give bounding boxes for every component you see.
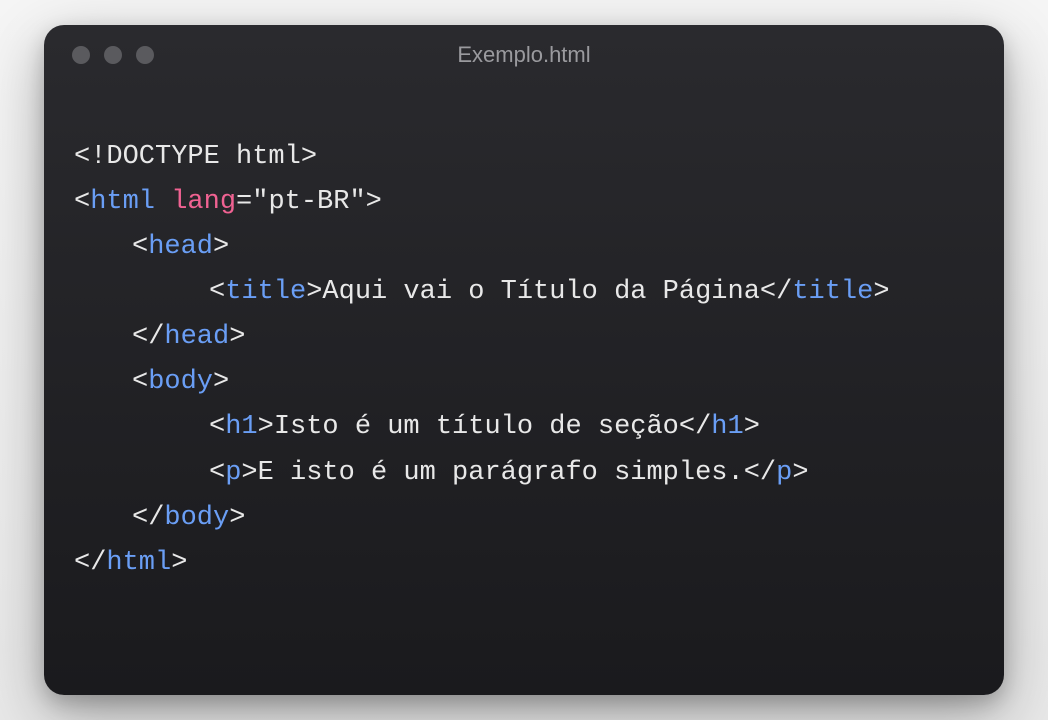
p-tag: p	[225, 458, 241, 488]
code-area[interactable]: <!DOCTYPE html> <html lang="pt-BR"> <hea…	[44, 85, 1004, 695]
editor-window: Exemplo.html <!DOCTYPE html> <html lang=…	[44, 25, 1004, 695]
code-line-10: </html>	[74, 541, 974, 586]
body-close-tag: body	[164, 503, 229, 533]
h1-tag: h1	[225, 412, 257, 442]
code-line-3: <head>	[74, 225, 974, 270]
p-text: E isto é um parágrafo simples.	[258, 458, 744, 488]
code-line-6: <body>	[74, 360, 974, 405]
close-button[interactable]	[72, 46, 90, 64]
traffic-lights	[72, 46, 154, 64]
maximize-button[interactable]	[136, 46, 154, 64]
doctype: <!DOCTYPE html>	[74, 142, 317, 172]
code-line-9: </body>	[74, 496, 974, 541]
code-line-1: <!DOCTYPE html>	[74, 135, 974, 180]
code-line-7: <h1>Isto é um título de seção</h1>	[74, 405, 974, 450]
code-line-5: </head>	[74, 315, 974, 360]
title-tag: title	[225, 277, 306, 307]
code-line-8: <p>E isto é um parágrafo simples.</p>	[74, 451, 974, 496]
html-close-tag: html	[106, 548, 171, 578]
code-line-4: <title>Aqui vai o Título da Página</titl…	[74, 270, 974, 315]
h1-text: Isto é um título de seção	[274, 412, 679, 442]
body-tag: body	[148, 367, 213, 397]
head-tag: head	[148, 232, 213, 262]
html-tag: html	[90, 187, 155, 217]
title-text: Aqui vai o Título da Página	[322, 277, 759, 307]
window-title: Exemplo.html	[457, 42, 590, 68]
minimize-button[interactable]	[104, 46, 122, 64]
titlebar: Exemplo.html	[44, 25, 1004, 85]
lang-attr: lang	[171, 187, 236, 217]
head-close-tag: head	[164, 322, 229, 352]
code-line-2: <html lang="pt-BR">	[74, 180, 974, 225]
